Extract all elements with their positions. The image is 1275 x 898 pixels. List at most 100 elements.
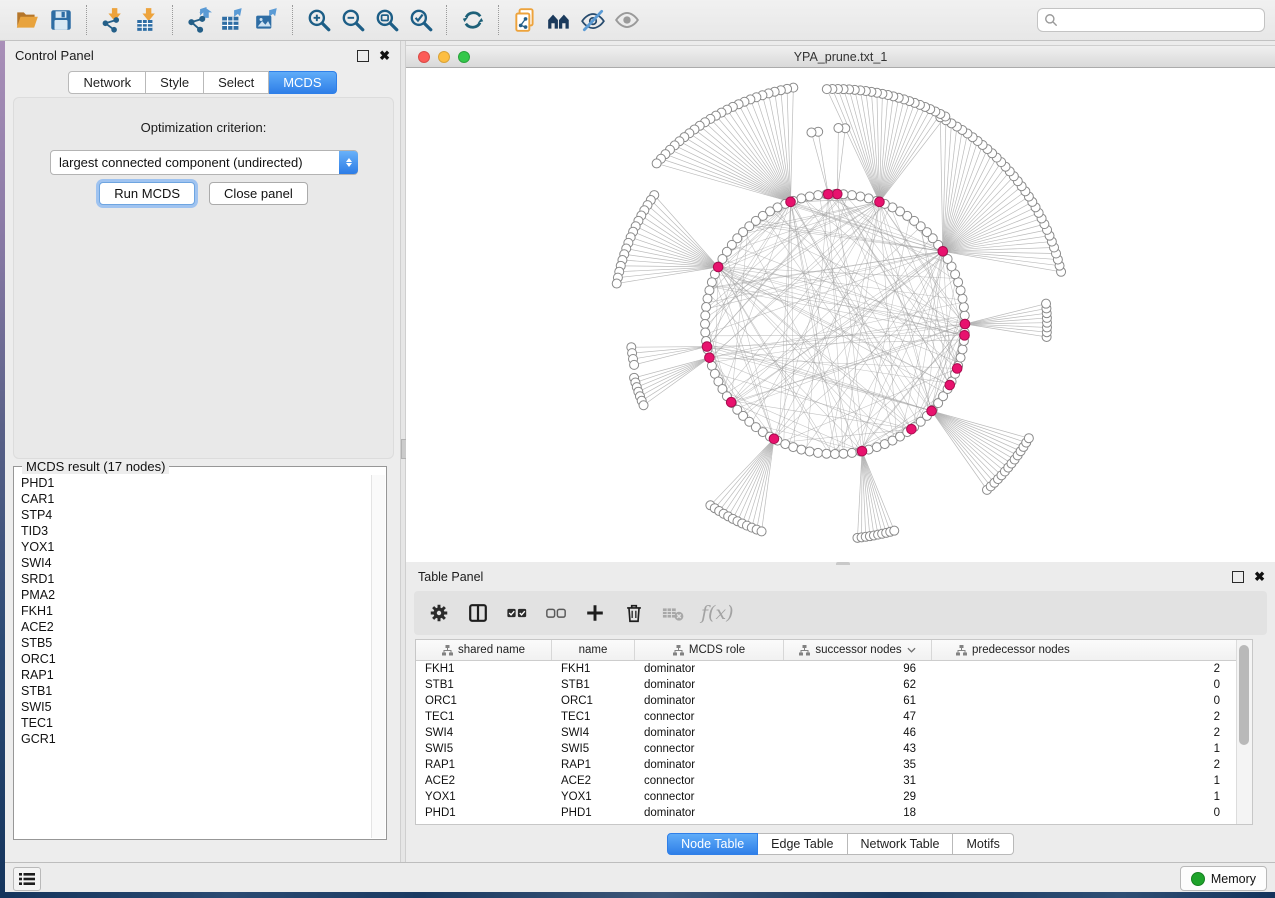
zoom-fit-icon[interactable] [370,4,404,36]
search-field[interactable] [1037,8,1265,32]
table-cell[interactable]: YOX1 [552,791,635,803]
memory-button[interactable]: Memory [1180,866,1267,891]
table-cell[interactable]: RAP1 [416,759,552,771]
tab-mcds[interactable]: MCDS [269,71,336,94]
table-cell[interactable]: ORC1 [416,695,552,707]
table-cell[interactable]: ORC1 [552,695,635,707]
table-row[interactable]: SWI4SWI4dominator462 [416,725,1236,741]
table-cell[interactable]: 46 [784,727,932,739]
table-cell[interactable]: ACE2 [552,775,635,787]
table-row[interactable]: ACE2ACE2connector311 [416,773,1236,789]
table-cell[interactable]: 18 [784,807,932,819]
search-input[interactable] [1058,12,1258,28]
table-cell[interactable]: SWI4 [552,727,635,739]
table-cell[interactable]: TEC1 [552,711,635,723]
table-cell[interactable]: 0 [932,679,1236,691]
export-table-icon[interactable] [216,4,250,36]
tab-motifs[interactable]: Motifs [953,833,1013,855]
delete-column-icon[interactable] [623,602,645,624]
table-scrollbar[interactable] [1236,640,1252,824]
table-cell[interactable]: STB1 [416,679,552,691]
show-log-console-button[interactable] [13,867,41,891]
table-cell[interactable]: dominator [635,759,784,771]
show-all-icon[interactable] [610,4,644,36]
show-column-icon[interactable] [467,602,489,624]
table-cell[interactable]: dominator [635,727,784,739]
zoom-selected-icon[interactable] [404,4,438,36]
table-cell[interactable]: 0 [932,807,1236,819]
table-cell[interactable]: 43 [784,743,932,755]
table-row[interactable]: YOX1YOX1connector291 [416,789,1236,805]
table-row[interactable]: PHD1PHD1dominator180 [416,805,1236,821]
table-cell[interactable]: connector [635,775,784,787]
table-cell[interactable]: RAP1 [552,759,635,771]
table-cell[interactable]: 96 [784,663,932,675]
import-table-icon[interactable] [130,4,164,36]
table-cell[interactable]: SWI5 [416,743,552,755]
table-cell[interactable]: 2 [932,727,1236,739]
table-cell[interactable]: YOX1 [416,791,552,803]
table-cell[interactable]: TEC1 [416,711,552,723]
tab-node-table[interactable]: Node Table [667,833,758,855]
table-cell[interactable]: STB1 [552,679,635,691]
network-window-titlebar[interactable]: YPA_prune.txt_1 [406,45,1275,68]
network-graph[interactable] [406,68,1275,562]
clone-network-icon[interactable] [508,4,542,36]
zoom-out-icon[interactable] [336,4,370,36]
tab-select[interactable]: Select [204,71,269,94]
column-header-predecessor-nodes[interactable]: predecessor nodes [932,640,1236,660]
table-row[interactable]: SWI5SWI5connector431 [416,741,1236,757]
table-cell[interactable]: 0 [932,695,1236,707]
select-all-checkboxes-icon[interactable] [506,602,528,624]
table-cell[interactable]: 35 [784,759,932,771]
deselect-all-checkboxes-icon[interactable] [545,602,567,624]
close-table-panel-icon[interactable]: ✖ [1254,572,1265,582]
tab-edge-table[interactable]: Edge Table [758,833,847,855]
column-header-successor-nodes[interactable]: successor nodes [784,640,932,660]
mcds-result-list[interactable]: PHD1CAR1STP4TID3YOX1SWI4SRD1PMA2FKH1ACE2… [15,475,373,838]
table-row[interactable]: ORC1ORC1dominator610 [416,693,1236,709]
table-cell[interactable]: 47 [784,711,932,723]
first-neighbors-icon[interactable] [542,4,576,36]
export-network-icon[interactable] [182,4,216,36]
table-cell[interactable]: dominator [635,679,784,691]
table-cell[interactable]: 1 [932,791,1236,803]
float-panel-icon[interactable] [357,50,369,62]
import-network-icon[interactable] [96,4,130,36]
table-row[interactable]: RAP1RAP1dominator352 [416,757,1236,773]
table-cell[interactable]: 62 [784,679,932,691]
tab-network-table[interactable]: Network Table [848,833,954,855]
table-cell[interactable]: connector [635,791,784,803]
column-header-mcds-role[interactable]: MCDS role [635,640,784,660]
float-table-panel-icon[interactable] [1232,571,1244,583]
table-cell[interactable]: 1 [932,775,1236,787]
refresh-layout-icon[interactable] [456,4,490,36]
table-row[interactable]: FKH1FKH1dominator962 [416,661,1236,677]
open-file-icon[interactable] [10,4,44,36]
column-header-name[interactable]: name [552,640,635,660]
table-cell[interactable]: 61 [784,695,932,707]
table-settings-gear-icon[interactable] [428,602,450,624]
table-cell[interactable]: SWI5 [552,743,635,755]
table-cell[interactable]: 2 [932,663,1236,675]
table-cell[interactable]: 29 [784,791,932,803]
tab-style[interactable]: Style [146,71,204,94]
mcds-result-scrollbar[interactable] [371,475,385,838]
table-cell[interactable]: 2 [932,759,1236,771]
run-mcds-button[interactable]: Run MCDS [99,182,195,205]
tab-network[interactable]: Network [68,71,146,94]
table-cell[interactable]: dominator [635,807,784,819]
hide-selected-icon[interactable] [576,4,610,36]
table-cell[interactable]: connector [635,711,784,723]
table-cell[interactable]: 2 [932,711,1236,723]
close-panel-button[interactable]: Close panel [209,182,308,205]
table-row[interactable]: STB1STB1dominator620 [416,677,1236,693]
table-cell[interactable]: dominator [635,663,784,675]
close-panel-icon[interactable]: ✖ [379,51,390,61]
table-cell[interactable]: PHD1 [552,807,635,819]
table-cell[interactable]: connector [635,743,784,755]
export-image-icon[interactable] [250,4,284,36]
table-scrollbar-thumb[interactable] [1239,645,1249,745]
zoom-in-icon[interactable] [302,4,336,36]
criterion-dropdown[interactable]: largest connected component (undirected) [50,150,358,175]
